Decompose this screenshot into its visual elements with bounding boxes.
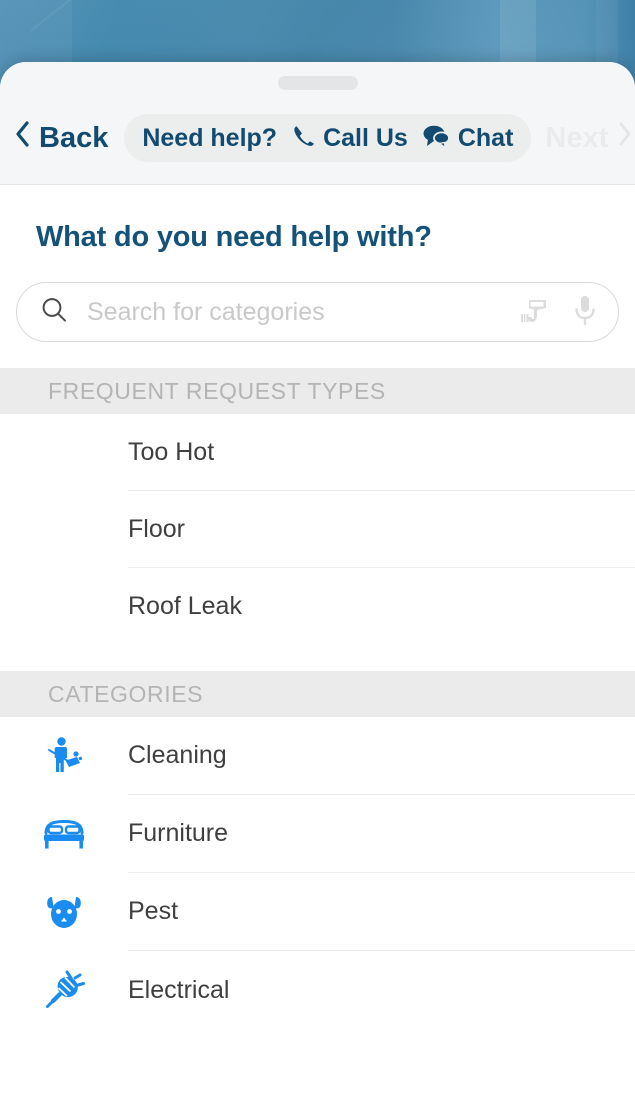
need-help-label: Need help? bbox=[142, 123, 278, 152]
page-title: What do you need help with? bbox=[36, 221, 432, 253]
bed-icon bbox=[0, 817, 128, 851]
list-item[interactable]: Furniture bbox=[0, 795, 635, 873]
back-label: Back bbox=[39, 121, 109, 154]
category-list: FREQUENT REQUEST TYPES Too Hot Floor Roof L… bbox=[0, 368, 635, 1029]
plug-icon bbox=[0, 969, 128, 1011]
call-us-button[interactable]: Call Us bbox=[291, 124, 408, 153]
list-item[interactable]: Cleaning bbox=[0, 717, 635, 795]
back-button[interactable]: Back bbox=[0, 120, 120, 156]
search-bar[interactable] bbox=[16, 282, 619, 342]
mouse-icon bbox=[0, 892, 128, 932]
microphone-icon[interactable] bbox=[570, 293, 600, 332]
need-help-pill: Need help? Call Us Chat bbox=[124, 114, 532, 162]
search-icon bbox=[39, 295, 69, 330]
section-header-frequent-request-types: FREQUENT REQUEST TYPES bbox=[0, 368, 635, 414]
list-item[interactable]: Electrical bbox=[0, 951, 635, 1029]
list-item-label: Roof Leak bbox=[128, 592, 242, 620]
list-item-label: Furniture bbox=[128, 795, 635, 873]
chevron-right-icon bbox=[617, 120, 633, 156]
chat-label: Chat bbox=[457, 123, 514, 152]
call-us-label: Call Us bbox=[323, 123, 408, 152]
list-item-label: Electrical bbox=[128, 975, 230, 1004]
list-item-label: Floor bbox=[128, 491, 635, 568]
chat-button[interactable]: Chat bbox=[422, 123, 514, 153]
sheet-grabber-handle[interactable] bbox=[277, 76, 358, 90]
chat-bubbles-icon bbox=[422, 124, 450, 153]
section-header-categories: CATEGORIES bbox=[0, 671, 635, 717]
cleaning-icon bbox=[0, 736, 128, 776]
next-button[interactable]: Next bbox=[531, 120, 635, 156]
chevron-left-icon bbox=[14, 120, 30, 156]
list-item-label: Pest bbox=[128, 873, 635, 951]
list-item-label: Too Hot bbox=[128, 414, 635, 491]
list-item[interactable]: Floor bbox=[0, 491, 635, 568]
list-item[interactable]: Pest bbox=[0, 873, 635, 951]
barcode-scanner-icon[interactable] bbox=[520, 293, 554, 332]
phone-icon bbox=[291, 124, 315, 153]
search-input[interactable] bbox=[87, 297, 504, 327]
list-item[interactable]: Too Hot bbox=[0, 414, 635, 491]
list-item-label: Cleaning bbox=[128, 717, 635, 795]
help-bottom-sheet: Back Need help? Call Us Chat Next What d… bbox=[0, 62, 635, 1108]
sheet-toolbar: Back Need help? Call Us Chat Next bbox=[0, 62, 635, 185]
list-item[interactable]: Roof Leak bbox=[0, 568, 635, 645]
next-label: Next bbox=[545, 121, 609, 154]
